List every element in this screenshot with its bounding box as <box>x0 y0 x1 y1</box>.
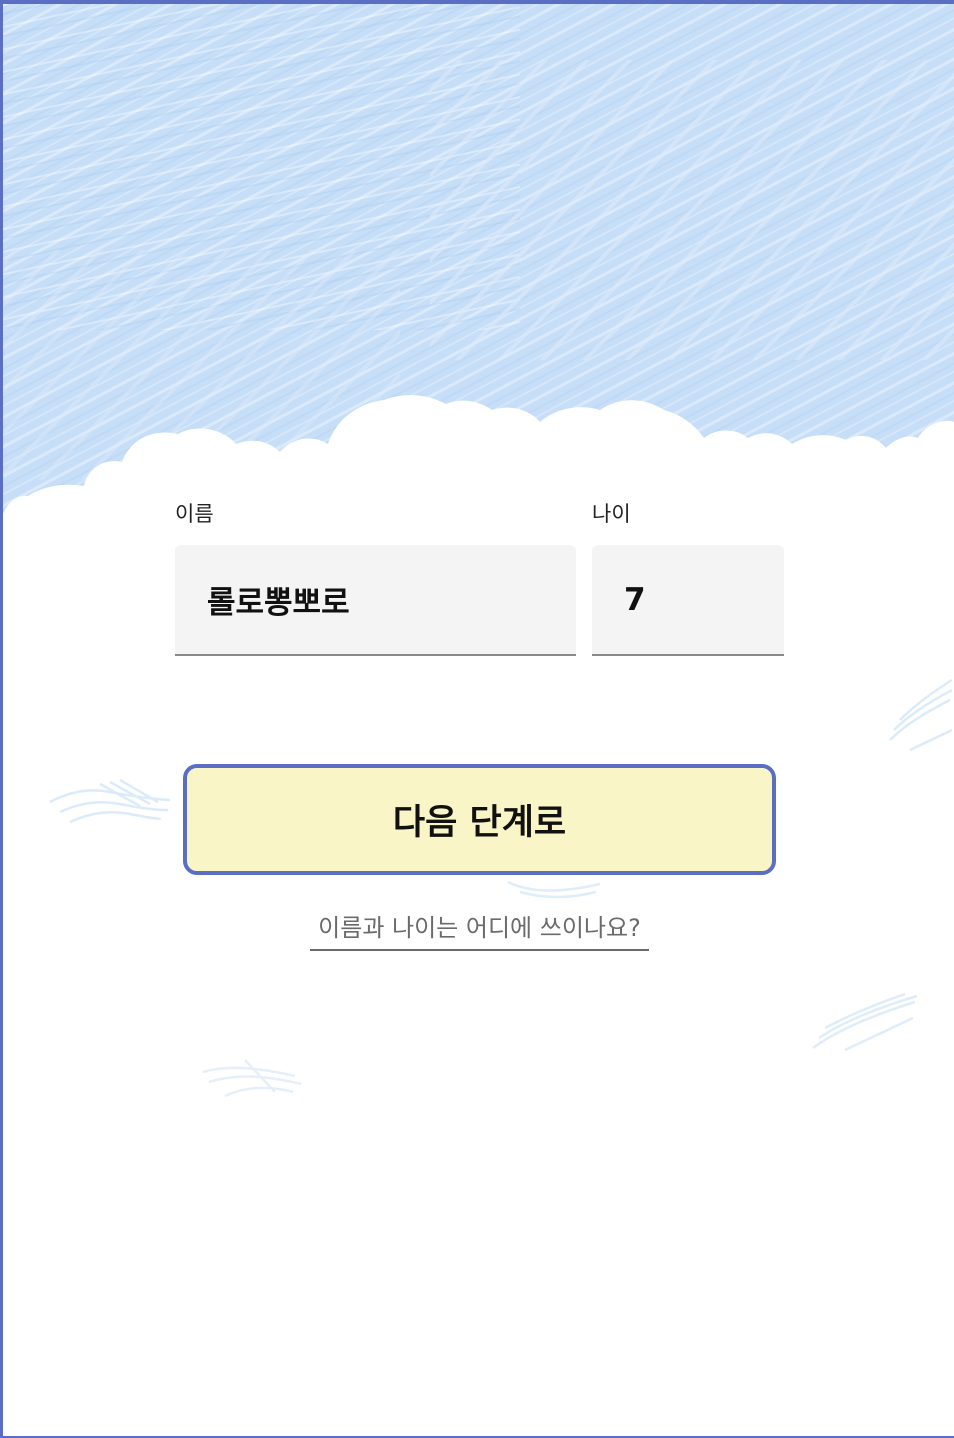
sky-background <box>0 0 954 560</box>
cloud-scribble-center <box>507 880 601 899</box>
cloud-scribble-lower-left <box>202 1059 302 1098</box>
cloud-scribble-left <box>49 778 171 824</box>
age-field-container <box>592 545 784 656</box>
cloud-scribble-right <box>889 678 953 752</box>
age-label: 나이 <box>592 502 631 526</box>
next-step-button[interactable]: 다음 단계로 <box>183 764 776 875</box>
cloud-scribble-lower-right <box>812 992 918 1052</box>
name-label: 이름 <box>175 502 214 526</box>
name-input[interactable] <box>175 545 576 654</box>
age-input[interactable] <box>592 545 784 654</box>
name-field-container <box>175 545 576 656</box>
name-age-usage-link[interactable]: 이름과 나이는 어디에 쓰이나요? <box>310 908 649 951</box>
